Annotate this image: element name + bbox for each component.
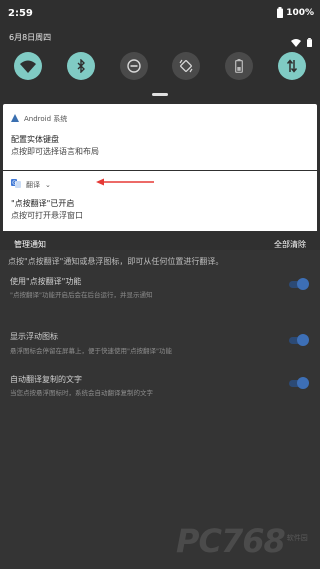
notification-app-name: 翻译 (26, 180, 40, 189)
mobile-data-icon (286, 59, 298, 73)
notification-app-name: Android 系统 (24, 115, 68, 123)
annotation-arrow-icon (96, 178, 154, 186)
android-system-icon (11, 114, 19, 124)
clear-all-button[interactable]: 全部清除 (274, 239, 306, 250)
qs-date: 6月8日周四 (9, 33, 52, 42)
setting-subtitle: 当您点按悬浮图标时，系统会自动翻译复制的文字 (10, 389, 153, 397)
do-not-disturb-icon (127, 59, 141, 73)
watermark-text: PC768 (176, 522, 286, 560)
wifi-tile[interactable] (14, 52, 42, 80)
watermark-subtext: 软件园 (286, 534, 308, 542)
setting-title: 显示浮动图标 (10, 332, 58, 341)
battery-small-icon (307, 32, 312, 51)
auto-rotate-icon (179, 59, 193, 73)
watermark-logo: PC768 软件园 (176, 525, 308, 557)
wifi-signal-icon (291, 32, 301, 51)
bluetooth-tile[interactable] (67, 52, 95, 80)
bluetooth-icon (77, 59, 85, 73)
setting-toggle[interactable] (287, 334, 309, 346)
setting-title: 使用"点按翻译"功能 (10, 277, 82, 286)
status-bar: 2:59 100% (0, 0, 320, 28)
manage-notifications-button[interactable]: 管理通知 (14, 239, 46, 250)
setting-toggle[interactable] (287, 278, 309, 290)
drag-handle[interactable] (152, 93, 168, 96)
notification-text: 点按可打开悬浮窗口 (11, 211, 83, 220)
setting-toggle[interactable] (287, 377, 309, 389)
notification-text: 点按即可选择语言和布局 (11, 147, 99, 156)
notification-title: 配置实体键盘 (11, 135, 59, 144)
setting-title: 自动翻译复制的文字 (10, 375, 82, 384)
battery-saver-tile[interactable] (225, 52, 253, 80)
notification-footer: 管理通知 全部清除 (0, 236, 320, 254)
status-right: 100% (277, 7, 314, 18)
setting-subtitle: "点按翻译"功能开启后会在后台运行，并显示通知 (10, 291, 153, 299)
auto-rotate-tile[interactable] (172, 52, 200, 80)
mobile-data-tile[interactable] (278, 52, 306, 80)
wifi-icon (20, 60, 36, 73)
notification-android-system[interactable]: Android 系统 配置实体键盘 点按即可选择语言和布局 (3, 104, 317, 170)
quick-settings-panel: 6月8日周四 (0, 28, 320, 101)
chevron-down-icon[interactable]: ⌄ (45, 181, 51, 189)
battery-icon (277, 7, 284, 18)
notification-translate[interactable]: G 翻译 ⌄ "点按翻译"已开启 点按可打开悬浮窗口 (3, 171, 317, 231)
setting-subtitle: 悬浮图标会停留在屏幕上，便于快速使用"点按翻译"功能 (10, 347, 172, 355)
status-time: 2:59 (8, 8, 33, 19)
dnd-tile[interactable] (120, 52, 148, 80)
svg-text:G: G (12, 181, 16, 187)
intro-text: 点按"点按翻译"通知或悬浮图标，即可从任何位置进行翻译。 (8, 257, 224, 266)
battery-percent: 100% (286, 7, 314, 18)
notification-title: "点按翻译"已开启 (11, 199, 75, 208)
battery-saver-icon (235, 59, 243, 73)
translate-icon: G (11, 179, 21, 190)
